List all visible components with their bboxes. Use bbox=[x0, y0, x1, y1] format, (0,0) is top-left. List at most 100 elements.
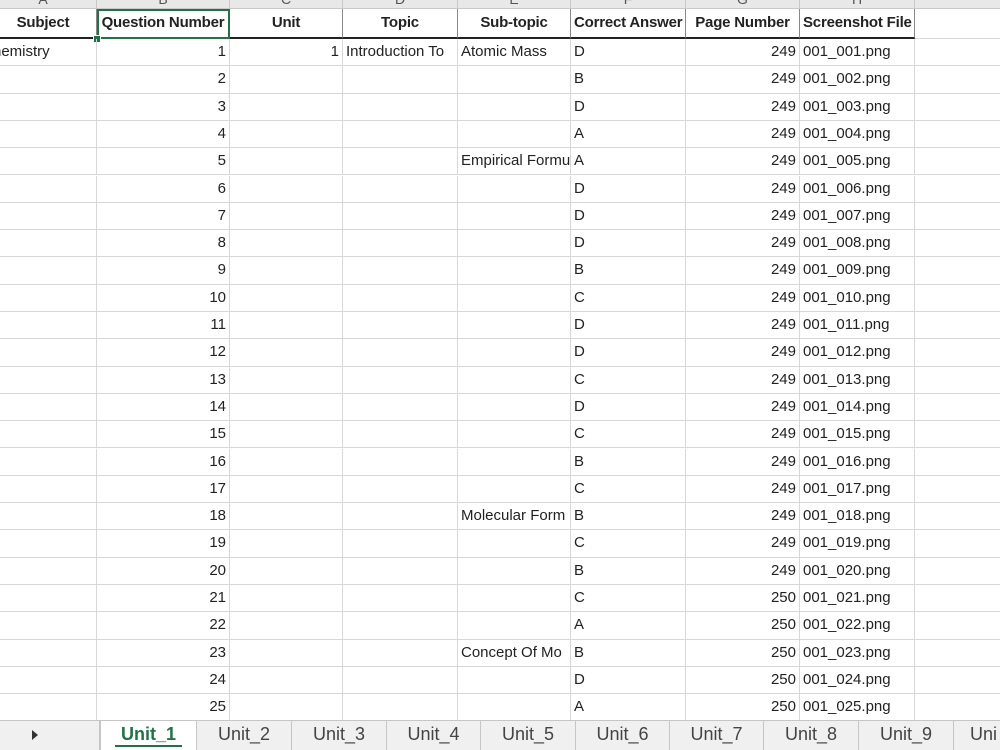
table-cell[interactable]: 250 bbox=[686, 666, 800, 695]
table-cell[interactable] bbox=[230, 66, 343, 94]
table-cell[interactable]: C bbox=[571, 284, 686, 312]
table-cell[interactable] bbox=[0, 421, 97, 449]
table-cell[interactable]: B bbox=[571, 503, 686, 531]
empty-cell[interactable] bbox=[915, 449, 1000, 476]
table-cell[interactable] bbox=[343, 230, 458, 258]
empty-cell[interactable] bbox=[915, 176, 1000, 203]
table-cell[interactable] bbox=[458, 393, 571, 422]
table-cell[interactable]: 001_002.png bbox=[800, 66, 915, 94]
table-cell[interactable] bbox=[343, 530, 458, 558]
table-cell[interactable] bbox=[0, 448, 97, 476]
empty-cell[interactable] bbox=[915, 503, 1000, 531]
sheet-tab-uni[interactable]: Uni bbox=[954, 721, 1000, 750]
table-cell[interactable]: 249 bbox=[686, 312, 800, 340]
table-cell[interactable] bbox=[0, 93, 97, 121]
table-cell[interactable]: 001_021.png bbox=[800, 585, 915, 613]
empty-cell[interactable] bbox=[915, 257, 1000, 285]
table-cell[interactable] bbox=[458, 312, 571, 340]
table-cell[interactable]: A bbox=[571, 694, 686, 720]
table-cell[interactable]: 20 bbox=[97, 557, 230, 585]
table-cell[interactable] bbox=[343, 257, 458, 285]
table-cell[interactable]: C bbox=[571, 366, 686, 394]
table-cell[interactable] bbox=[230, 312, 343, 340]
table-cell[interactable]: 001_011.png bbox=[800, 312, 915, 340]
table-cell[interactable] bbox=[230, 202, 343, 231]
table-cell[interactable]: 249 bbox=[686, 257, 800, 285]
header-cell[interactable]: Question Number bbox=[97, 9, 230, 39]
empty-cell[interactable] bbox=[915, 148, 1000, 176]
table-cell[interactable] bbox=[343, 666, 458, 695]
empty-cell[interactable] bbox=[915, 9, 1000, 39]
table-cell[interactable] bbox=[0, 366, 97, 394]
table-cell[interactable] bbox=[230, 339, 343, 367]
table-cell[interactable] bbox=[0, 530, 97, 558]
table-cell[interactable]: 21 bbox=[97, 585, 230, 613]
table-cell[interactable]: 249 bbox=[686, 39, 800, 67]
table-cell[interactable] bbox=[0, 120, 97, 149]
empty-cell[interactable] bbox=[915, 476, 1000, 504]
table-cell[interactable] bbox=[458, 284, 571, 312]
table-cell[interactable] bbox=[0, 475, 97, 504]
table-cell[interactable]: 001_013.png bbox=[800, 366, 915, 394]
table-cell[interactable]: 249 bbox=[686, 284, 800, 312]
table-cell[interactable] bbox=[0, 393, 97, 422]
table-cell[interactable]: 001_019.png bbox=[800, 530, 915, 558]
header-cell[interactable]: Screenshot File bbox=[800, 9, 915, 39]
table-cell[interactable]: 249 bbox=[686, 393, 800, 422]
table-cell[interactable] bbox=[458, 257, 571, 285]
empty-cell[interactable] bbox=[915, 39, 1000, 67]
table-cell[interactable]: 249 bbox=[686, 202, 800, 231]
table-cell[interactable]: D bbox=[571, 202, 686, 231]
table-cell[interactable] bbox=[458, 612, 571, 640]
table-cell[interactable] bbox=[230, 175, 343, 203]
table-cell[interactable]: 12 bbox=[97, 339, 230, 367]
table-cell[interactable] bbox=[458, 120, 571, 149]
table-cell[interactable]: 249 bbox=[686, 448, 800, 476]
table-cell[interactable]: 001_022.png bbox=[800, 612, 915, 640]
table-cell[interactable] bbox=[0, 585, 97, 613]
table-cell[interactable] bbox=[458, 93, 571, 121]
table-cell[interactable] bbox=[458, 666, 571, 695]
table-cell[interactable] bbox=[230, 503, 343, 531]
table-cell[interactable]: 25 bbox=[97, 694, 230, 720]
sheet-scroll-button[interactable] bbox=[0, 721, 100, 750]
table-cell[interactable]: B bbox=[571, 257, 686, 285]
table-cell[interactable]: 18 bbox=[97, 503, 230, 531]
table-cell[interactable]: 249 bbox=[686, 530, 800, 558]
table-cell[interactable]: D bbox=[571, 393, 686, 422]
table-cell[interactable] bbox=[230, 393, 343, 422]
empty-cell[interactable] bbox=[915, 203, 1000, 231]
table-cell[interactable]: 249 bbox=[686, 475, 800, 504]
table-cell[interactable] bbox=[230, 120, 343, 149]
table-cell[interactable]: 001_020.png bbox=[800, 557, 915, 585]
empty-cell[interactable] bbox=[915, 285, 1000, 312]
table-cell[interactable] bbox=[230, 421, 343, 449]
table-cell[interactable] bbox=[0, 66, 97, 94]
table-cell[interactable] bbox=[230, 639, 343, 667]
empty-cell[interactable] bbox=[915, 530, 1000, 558]
table-cell[interactable]: 249 bbox=[686, 230, 800, 258]
table-cell[interactable] bbox=[343, 120, 458, 149]
table-cell[interactable]: D bbox=[571, 666, 686, 695]
table-cell[interactable] bbox=[343, 66, 458, 94]
table-cell[interactable]: 17 bbox=[97, 475, 230, 504]
table-cell[interactable] bbox=[458, 339, 571, 367]
table-cell[interactable] bbox=[0, 666, 97, 695]
table-cell[interactable]: 249 bbox=[686, 175, 800, 203]
table-cell[interactable]: 16 bbox=[97, 448, 230, 476]
table-cell[interactable]: D bbox=[571, 339, 686, 367]
table-cell[interactable] bbox=[458, 66, 571, 94]
table-cell[interactable] bbox=[0, 639, 97, 667]
table-cell[interactable] bbox=[343, 93, 458, 121]
table-cell[interactable]: 10 bbox=[97, 284, 230, 312]
table-cell[interactable]: 249 bbox=[686, 339, 800, 367]
table-cell[interactable] bbox=[343, 284, 458, 312]
table-cell[interactable]: 9 bbox=[97, 257, 230, 285]
table-cell[interactable] bbox=[230, 612, 343, 640]
table-cell[interactable]: 2 bbox=[97, 66, 230, 94]
empty-cell[interactable] bbox=[915, 667, 1000, 695]
table-cell[interactable]: 7 bbox=[97, 202, 230, 231]
table-cell[interactable] bbox=[343, 393, 458, 422]
table-cell[interactable] bbox=[230, 666, 343, 695]
table-cell[interactable]: B bbox=[571, 448, 686, 476]
